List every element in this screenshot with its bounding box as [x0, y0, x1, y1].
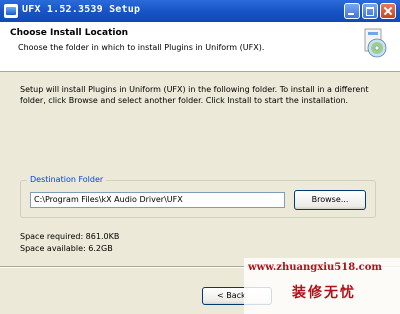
maximize-button[interactable]: [362, 3, 378, 19]
destination-path-input[interactable]: C:\Program Files\kX Audio Driver\UFX: [30, 192, 285, 208]
space-required: Space required: 861.0KB: [20, 232, 120, 241]
window-title: UFX 1.52.3539 Setup: [22, 4, 141, 15]
page-subtitle: Choose the folder in which to install Pl…: [18, 43, 265, 52]
destination-folder-label: Destination Folder: [27, 175, 107, 184]
close-button[interactable]: [380, 3, 396, 19]
minimize-button[interactable]: [344, 3, 360, 19]
title-bar[interactable]: UFX 1.52.3539 Setup: [0, 0, 400, 22]
browse-button[interactable]: Browse...: [294, 190, 366, 210]
header-band: Choose Install Location Choose the folde…: [0, 22, 400, 72]
watermark-url: www.zhuangxiu518.com: [248, 262, 382, 273]
watermark-text: 装修无忧: [292, 285, 356, 301]
space-available: Space available: 6.2GB: [20, 244, 113, 253]
setup-app-icon: [4, 4, 18, 18]
install-description: Setup will install Plugins in Uniform (U…: [20, 85, 369, 105]
page-title: Choose Install Location: [10, 28, 129, 38]
installer-disc-icon: [364, 28, 387, 58]
